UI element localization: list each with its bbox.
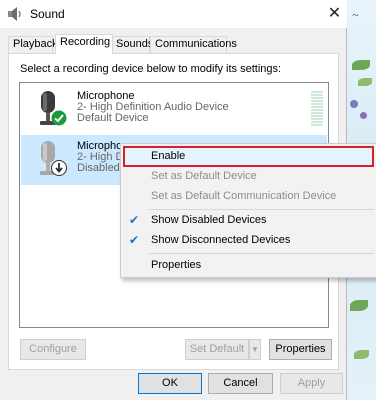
tab-recording[interactable]: Recording [55,34,113,54]
tab-playback[interactable]: Playback [8,36,58,53]
configure-button[interactable]: Configure [20,339,86,360]
menu-item-set-default[interactable]: Set as Default Device [123,166,374,187]
device-status: Default Device [77,112,149,124]
menu-item-properties[interactable]: Properties [123,255,374,276]
menu-item-label: Show Disconnected Devices [151,234,291,246]
menu-separator [149,253,374,254]
window-title: Sound [30,7,65,21]
device-item[interactable]: Microphone 2- High Definition Audio Devi… [21,85,327,135]
chevron-down-icon[interactable]: ▼ [249,339,261,360]
check-icon: ✔ [129,233,140,247]
wallpaper-decoration: ~ [352,8,359,22]
speaker-icon [8,7,21,21]
menu-item-set-default-communication[interactable]: Set as Default Communication Device [123,186,374,207]
cancel-button[interactable]: Cancel [208,373,273,394]
title-bar: Sound ✕ [0,0,347,28]
down-arrow-icon [51,160,67,176]
tab-sounds[interactable]: Sounds [111,36,153,53]
instruction-text: Select a recording device below to modif… [20,63,282,75]
check-icon: ✔ [129,213,140,227]
set-default-button[interactable]: Set Default [185,339,249,360]
ok-button[interactable]: OK [138,373,202,394]
close-button[interactable]: ✕ [322,0,347,28]
menu-item-enable[interactable]: Enable [123,146,374,167]
menu-item-label: Show Disabled Devices [151,214,267,226]
tab-communications[interactable]: Communications [150,36,237,53]
properties-button[interactable]: Properties [269,339,332,360]
menu-item-show-disconnected[interactable]: ✔ Show Disconnected Devices [123,230,374,251]
menu-item-show-disabled[interactable]: ✔ Show Disabled Devices [123,210,374,231]
context-menu: Enable Set as Default Device Set as Defa… [120,143,376,278]
apply-button[interactable]: Apply [280,373,343,394]
check-icon [51,110,67,126]
level-meter [311,91,323,127]
device-status: Disabled [77,162,120,174]
